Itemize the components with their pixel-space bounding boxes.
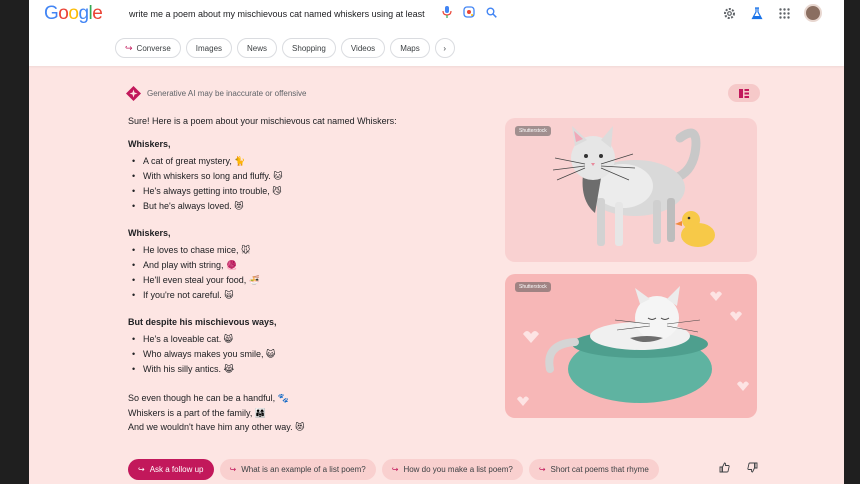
follow-up-suggestions: ↪ Ask a follow up ↪ What is an example of … bbox=[128, 459, 659, 480]
poem-line: So even though he can be a handful, 🐾 bbox=[128, 393, 289, 403]
suggestion-chip[interactable]: ↪ How do you make a list poem? bbox=[381, 459, 523, 480]
poem-line: He's a loveable cat. 😸 bbox=[128, 332, 488, 347]
stanza-title: But despite his mischievous ways, bbox=[128, 317, 277, 327]
poem-line: With his silly antics. 😹 bbox=[128, 362, 488, 377]
stanza-title: Whiskers, bbox=[128, 139, 171, 149]
lens-icon[interactable] bbox=[462, 5, 476, 19]
image-source-badge: Shutterstock bbox=[515, 282, 551, 292]
poem-line: If you're not careful. 🙀 bbox=[128, 288, 488, 303]
follow-up-arrow-icon: ↪ bbox=[391, 465, 399, 474]
poem-line: He'll even steal your food, 🍜 bbox=[128, 273, 488, 288]
tab-videos[interactable]: Videos bbox=[340, 38, 386, 58]
apps-grid-icon[interactable] bbox=[776, 5, 792, 21]
settings-gear-icon[interactable] bbox=[721, 5, 737, 21]
sge-sparkle-icon bbox=[126, 86, 141, 101]
tab-label: Shopping bbox=[292, 43, 326, 53]
stanza: Whiskers, A cat of great mystery, 🐈 With… bbox=[128, 139, 488, 214]
tab-converse[interactable]: ↪ Converse bbox=[115, 38, 181, 58]
stanza-title: Whiskers, bbox=[128, 228, 171, 238]
suggestion-chip[interactable]: ↪ Short cat poems that rhyme bbox=[528, 459, 659, 480]
cat-in-bed-illustration bbox=[517, 286, 749, 406]
avatar[interactable] bbox=[804, 4, 822, 22]
cat-image-card[interactable]: Shutterstock bbox=[505, 118, 757, 262]
logo-letter: o bbox=[68, 3, 79, 24]
search-input[interactable]: write me a poem about my mischievous cat… bbox=[129, 9, 429, 19]
poem-line: He loves to chase mice, 🐭 bbox=[128, 243, 488, 258]
ask-follow-up-button[interactable]: ↪ Ask a follow up bbox=[128, 459, 214, 480]
follow-up-label: What is an example of a list poem? bbox=[241, 465, 366, 474]
follow-up-label: Ask a follow up bbox=[149, 465, 204, 474]
ai-answer: Sure! Here is a poem about your mischiev… bbox=[128, 116, 488, 435]
poem-line: And we wouldn't have him any other way. … bbox=[128, 422, 305, 432]
layout-icon bbox=[739, 88, 749, 98]
follow-up-label: Short cat poems that rhyme bbox=[550, 465, 649, 474]
google-logo[interactable]: Google bbox=[44, 3, 103, 25]
follow-up-arrow-icon: ↪ bbox=[538, 465, 546, 474]
tab-images[interactable]: Images bbox=[185, 38, 233, 58]
poem-line: But he's always loved. 😻 bbox=[128, 199, 488, 214]
poem-line: With whiskers so long and fluffy. 🐱 bbox=[128, 169, 488, 184]
cat-image-card[interactable]: Shutterstock bbox=[505, 274, 757, 418]
tab-label: Converse bbox=[136, 43, 171, 53]
stanza: Whiskers, He loves to chase mice, 🐭 And … bbox=[128, 228, 488, 303]
follow-up-label: How do you make a list poem? bbox=[403, 465, 513, 474]
labs-flask-icon[interactable] bbox=[749, 5, 765, 21]
ai-disclaimer: Generative AI may be inaccurate or offen… bbox=[147, 89, 307, 98]
logo-letter: g bbox=[78, 3, 89, 24]
tab-news[interactable]: News bbox=[237, 38, 278, 58]
logo-letter: e bbox=[92, 3, 103, 24]
thumbs-up-icon[interactable] bbox=[717, 460, 731, 474]
header: Google write me a poem about my mischiev… bbox=[29, 0, 844, 66]
suggestion-chip[interactable]: ↪ What is an example of a list poem? bbox=[219, 459, 376, 480]
follow-up-arrow-icon: ↪ bbox=[229, 465, 237, 474]
poem-line: A cat of great mystery, 🐈 bbox=[128, 154, 488, 169]
tab-label: News bbox=[247, 43, 268, 53]
search-page: Google write me a poem about my mischiev… bbox=[29, 0, 844, 484]
poem-line: Whiskers is a part of the family, 👨‍👩‍👧 bbox=[128, 407, 267, 418]
tab-label: › bbox=[443, 43, 447, 53]
tab-shopping[interactable]: Shopping bbox=[282, 38, 336, 58]
stanza: But despite his mischievous ways, He's a… bbox=[128, 317, 488, 377]
tab-label: Maps bbox=[400, 43, 420, 53]
thumbs-down-icon[interactable] bbox=[745, 460, 759, 474]
poem-line: Who always makes you smile, 😺 bbox=[128, 347, 488, 362]
follow-up-arrow-icon: ↪ bbox=[138, 465, 145, 474]
ai-notice-row: Generative AI may be inaccurate or offen… bbox=[126, 86, 307, 101]
poem-line: He's always getting into trouble, 😼 bbox=[128, 184, 488, 199]
tab-label: Images bbox=[195, 43, 223, 53]
logo-letter: G bbox=[44, 3, 59, 24]
standing-cat-illustration bbox=[552, 126, 715, 247]
image-source-badge: Shutterstock bbox=[515, 126, 551, 136]
microphone-icon[interactable] bbox=[440, 5, 454, 19]
poem-line: And play with string, 🧶 bbox=[128, 258, 488, 273]
tab-label: Videos bbox=[350, 43, 376, 53]
search-icon[interactable] bbox=[484, 5, 498, 19]
layout-toggle-button[interactable] bbox=[728, 84, 760, 102]
answer-intro: Sure! Here is a poem about your mischiev… bbox=[128, 116, 397, 126]
poem-closing: So even though he can be a handful, 🐾 Wh… bbox=[128, 391, 488, 435]
search-tabs: ↪ Converse Images News Shopping Videos Ma… bbox=[115, 38, 455, 58]
converse-arrow-icon: ↪ bbox=[125, 42, 133, 53]
tab-maps[interactable]: Maps bbox=[390, 38, 430, 58]
logo-letter: o bbox=[58, 3, 69, 24]
more-tabs-chevron-icon[interactable]: › bbox=[434, 38, 455, 58]
